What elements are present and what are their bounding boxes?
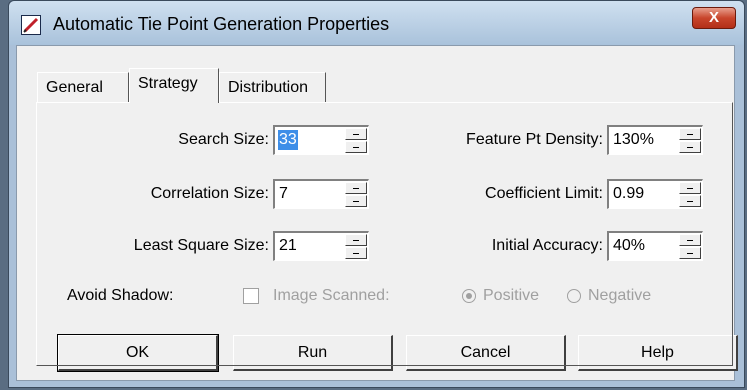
image-scanned-checkbox[interactable]: [243, 288, 259, 304]
search-size-spinner[interactable]: [345, 128, 367, 153]
coefficient-limit-value[interactable]: 0.99: [612, 184, 645, 204]
feature-pt-density-value[interactable]: 130%: [612, 130, 655, 150]
feature-pt-density-label: Feature Pt Density:: [466, 131, 603, 148]
image-scanned-label: Image Scanned:: [273, 287, 390, 304]
least-square-size-value[interactable]: 21: [278, 236, 298, 256]
coefficient-limit-label: Coefficient Limit:: [485, 185, 603, 202]
correlation-size-field[interactable]: 7: [273, 179, 369, 209]
positive-radio[interactable]: [462, 289, 476, 303]
spin-down-icon[interactable]: [679, 141, 701, 153]
spin-up-icon[interactable]: [679, 182, 701, 194]
spin-down-icon[interactable]: [345, 141, 367, 153]
tab-distribution[interactable]: Distribution: [219, 72, 326, 102]
spin-up-icon[interactable]: [345, 128, 367, 140]
positive-label: Positive: [483, 287, 540, 304]
feature-pt-density-field[interactable]: 130%: [607, 125, 703, 155]
spin-up-icon[interactable]: [345, 234, 367, 246]
initial-accuracy-label: Initial Accuracy:: [491, 237, 603, 254]
strategy-panel: Search Size: 33 Correlation Size: 7 Leas…: [36, 102, 733, 366]
search-size-value[interactable]: 33: [278, 130, 298, 150]
tab-general[interactable]: General: [37, 72, 129, 102]
initial-accuracy-field[interactable]: 40%: [607, 231, 703, 261]
feature-pt-density-spinner[interactable]: [679, 128, 701, 153]
title-bar[interactable]: Automatic Tie Point Generation Propertie…: [9, 1, 744, 45]
coefficient-limit-spinner[interactable]: [679, 182, 701, 207]
least-square-size-field[interactable]: 21: [273, 231, 369, 261]
initial-accuracy-value[interactable]: 40%: [612, 236, 646, 256]
spin-down-icon[interactable]: [679, 195, 701, 207]
search-size-field[interactable]: 33: [273, 125, 369, 155]
tab-strategy[interactable]: Strategy: [129, 68, 219, 103]
spin-up-icon[interactable]: [679, 234, 701, 246]
close-button[interactable]: X: [692, 7, 736, 29]
spin-up-icon[interactable]: [679, 128, 701, 140]
least-square-size-label: Least Square Size:: [133, 237, 269, 254]
spin-down-icon[interactable]: [345, 195, 367, 207]
correlation-size-spinner[interactable]: [345, 182, 367, 207]
initial-accuracy-spinner[interactable]: [679, 234, 701, 259]
spin-down-icon[interactable]: [345, 247, 367, 259]
search-size-label: Search Size:: [178, 131, 269, 148]
correlation-size-label: Correlation Size:: [150, 185, 269, 202]
app-pencil-icon: [21, 15, 41, 35]
least-square-size-spinner[interactable]: [345, 234, 367, 259]
dialog-window: Automatic Tie Point Generation Propertie…: [8, 0, 745, 388]
negative-radio[interactable]: [567, 289, 581, 303]
dialog-client-area: General Strategy Distribution Search Siz…: [16, 45, 738, 381]
spin-up-icon[interactable]: [345, 182, 367, 194]
correlation-size-value[interactable]: 7: [278, 184, 289, 204]
negative-label: Negative: [588, 287, 652, 304]
avoid-shadow-label: Avoid Shadow:: [67, 287, 174, 304]
spin-down-icon[interactable]: [679, 247, 701, 259]
coefficient-limit-field[interactable]: 0.99: [607, 179, 703, 209]
window-title: Automatic Tie Point Generation Propertie…: [53, 14, 390, 34]
